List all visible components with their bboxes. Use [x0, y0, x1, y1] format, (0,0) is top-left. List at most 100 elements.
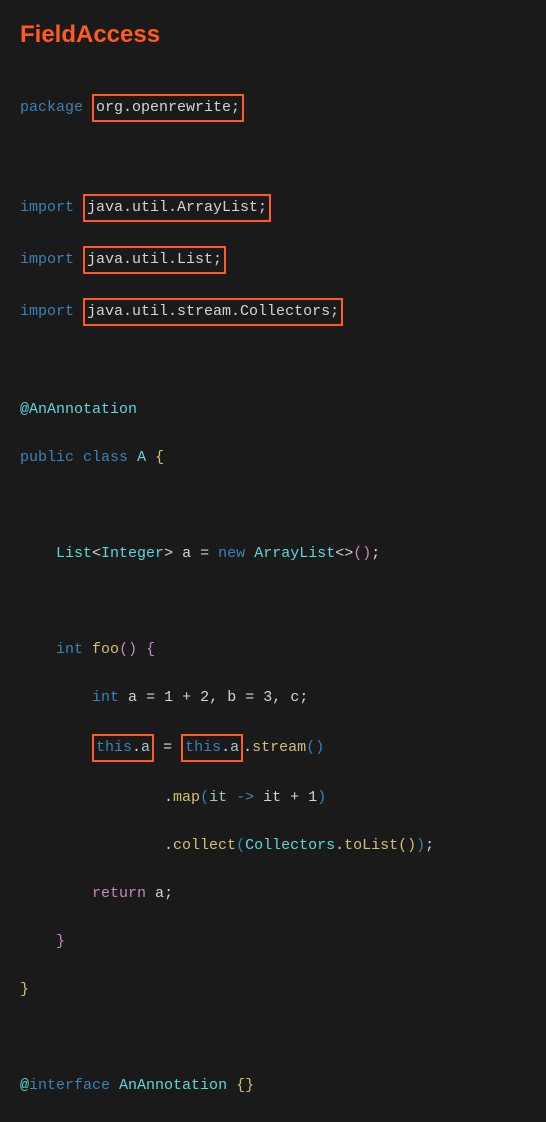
field-a-ref: a: [141, 739, 150, 756]
equals-op: =: [200, 545, 209, 562]
paren-close: ): [407, 837, 416, 854]
num-1: 1: [164, 689, 173, 706]
dot: .: [221, 739, 230, 756]
class-close-line: }: [20, 978, 526, 1002]
comma: ,: [272, 689, 281, 706]
paren-open: (: [236, 837, 245, 854]
annotation-at: @: [20, 401, 29, 418]
import-line-1: import java.util.ArrayList;: [20, 194, 526, 222]
method-name: foo: [92, 641, 119, 658]
paren-close: ): [315, 739, 324, 756]
semicolon: ;: [299, 689, 308, 706]
import-highlight-2: java.util.List;: [83, 246, 226, 274]
open-brace: {: [155, 449, 164, 466]
gt: >: [164, 545, 173, 562]
var-c: c: [290, 689, 299, 706]
annotation-name: AnAnnotation: [29, 401, 137, 418]
import-line-3: import java.util.stream.Collectors;: [20, 298, 526, 326]
diamond: <>: [335, 545, 353, 562]
integer-type: Integer: [101, 545, 164, 562]
import-keyword: import: [20, 199, 74, 216]
semicolon: ;: [425, 837, 434, 854]
stream-method: stream: [252, 739, 306, 756]
list-type: List: [56, 545, 92, 562]
interface-keyword: interface: [29, 1077, 110, 1094]
dot: .: [164, 789, 173, 806]
interface-decl-line: @interface AnAnnotation {}: [20, 1074, 526, 1098]
import-keyword: import: [20, 303, 74, 320]
semicolon: ;: [164, 885, 173, 902]
int-keyword: int: [92, 689, 119, 706]
import-highlight-1: java.util.ArrayList;: [83, 194, 271, 222]
num-1: 1: [308, 789, 317, 806]
paren-close: ): [128, 641, 137, 658]
class-keyword: class: [83, 449, 128, 466]
collect-line: .collect(Collectors.toList());: [20, 834, 526, 858]
code-block: package org.openrewrite; import java.uti…: [20, 70, 526, 1122]
method-close-line: }: [20, 930, 526, 954]
import-2: java.util.List;: [87, 251, 222, 268]
empty-braces: {}: [236, 1077, 254, 1094]
interface-name: AnAnnotation: [119, 1077, 227, 1094]
collect-method: collect: [173, 837, 236, 854]
class-name: A: [137, 449, 146, 466]
map-method: map: [173, 789, 200, 806]
tolist-method: toList: [344, 837, 398, 854]
package-keyword: package: [20, 99, 83, 116]
paren-open: (: [119, 641, 128, 658]
var-a: a: [128, 689, 137, 706]
this-keyword: this: [96, 739, 132, 756]
semicolon: ;: [371, 545, 380, 562]
close-brace: }: [20, 981, 29, 998]
paren-close: ): [317, 789, 326, 806]
this-a-highlight-2: this.a: [181, 734, 243, 762]
dot: .: [164, 837, 173, 854]
annotation-at: @: [20, 1077, 29, 1094]
field-a-ref: a: [230, 739, 239, 756]
paren-open: (: [306, 739, 315, 756]
plus-op: +: [290, 789, 299, 806]
int-keyword: int: [56, 641, 83, 658]
dot: .: [335, 837, 344, 854]
package-name: org.openrewrite;: [96, 99, 240, 116]
plus-op: +: [182, 689, 191, 706]
eq: =: [245, 689, 254, 706]
package-name-highlight: org.openrewrite;: [92, 94, 244, 122]
import-1: java.util.ArrayList;: [87, 199, 267, 216]
var-b: b: [227, 689, 236, 706]
package-line: package org.openrewrite;: [20, 94, 526, 122]
paren-open: (: [353, 545, 362, 562]
paren-close: ): [416, 837, 425, 854]
field-name: a: [182, 545, 191, 562]
num-3: 3: [263, 689, 272, 706]
return-keyword: return: [92, 885, 146, 902]
arraylist-type: ArrayList: [254, 545, 335, 562]
dot: .: [243, 739, 252, 756]
import-keyword: import: [20, 251, 74, 268]
field-decl-line: List<Integer> a = new ArrayList<>();: [20, 542, 526, 566]
arrow-op: ->: [236, 789, 254, 806]
return-line: return a;: [20, 882, 526, 906]
this-a-highlight-1: this.a: [92, 734, 154, 762]
local-decl-line: int a = 1 + 2, b = 3, c;: [20, 686, 526, 710]
comma: ,: [209, 689, 218, 706]
eq: =: [146, 689, 155, 706]
annotation-line: @AnAnnotation: [20, 398, 526, 422]
num-2: 2: [200, 689, 209, 706]
paren-open: (: [200, 789, 209, 806]
import-highlight-3: java.util.stream.Collectors;: [83, 298, 343, 326]
lt: <: [92, 545, 101, 562]
dot: .: [132, 739, 141, 756]
new-keyword: new: [218, 545, 245, 562]
collectors-type: Collectors: [245, 837, 335, 854]
map-line: .map(it -> it + 1): [20, 786, 526, 810]
import-3: java.util.stream.Collectors;: [87, 303, 339, 320]
paren-open: (: [398, 837, 407, 854]
public-keyword: public: [20, 449, 74, 466]
class-decl-line: public class A {: [20, 446, 526, 470]
method-decl-line: int foo() {: [20, 638, 526, 662]
this-keyword: this: [185, 739, 221, 756]
page-title: FieldAccess: [20, 16, 526, 54]
lambda-param: it: [209, 789, 227, 806]
this-a-assign-line: this.a = this.a.stream(): [20, 734, 526, 762]
